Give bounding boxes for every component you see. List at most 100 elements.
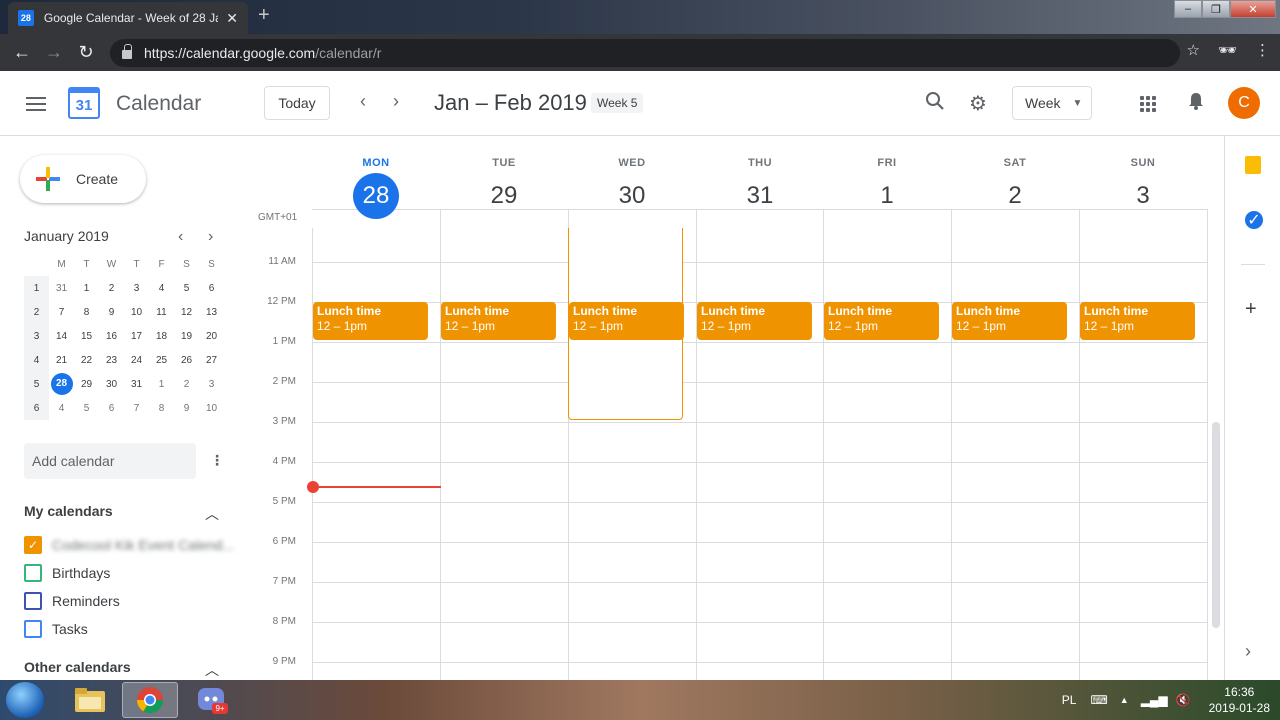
mini-day[interactable]: 31 (49, 276, 74, 300)
network-signal-icon[interactable]: ▂▄▆ (1141, 693, 1168, 707)
mini-day[interactable]: 7 (124, 396, 149, 420)
day-header-wed[interactable]: WED 30 (568, 136, 696, 210)
mini-day[interactable]: 23 (99, 348, 124, 372)
calendar-checkbox[interactable] (24, 564, 42, 582)
mini-day[interactable]: 6 (199, 276, 224, 300)
my-calendars-header[interactable]: My calendars (24, 503, 113, 519)
mini-day[interactable]: 24 (124, 348, 149, 372)
event-lunch-time[interactable]: Lunch time 12 – 1pm (1080, 302, 1195, 340)
mini-day[interactable]: 19 (174, 324, 199, 348)
mini-day[interactable]: 6 (99, 396, 124, 420)
address-bar[interactable]: https://calendar.google.com/calendar/r (110, 38, 1180, 67)
event-lunch-time[interactable]: Lunch time 12 – 1pm (441, 302, 556, 340)
day-number[interactable]: 31 (737, 173, 783, 219)
mini-day[interactable]: 1 (149, 372, 174, 396)
notifications-bell-icon[interactable] (1186, 91, 1206, 117)
mini-week-number[interactable]: 2 (24, 300, 49, 324)
browser-menu-icon[interactable]: ⋮ (1255, 41, 1270, 59)
calendar-checkbox[interactable] (24, 620, 42, 638)
taskbar-clock[interactable]: 16:36 2019-01-28 (1209, 684, 1270, 716)
mini-day[interactable]: 13 (199, 300, 224, 324)
day-header-tue[interactable]: TUE 29 (440, 136, 568, 210)
day-number[interactable]: 28 (353, 173, 399, 219)
window-close-button[interactable]: ✕ (1230, 0, 1276, 18)
calendar-list-item[interactable]: Reminders (24, 592, 120, 610)
chrome-taskbar-icon[interactable] (122, 682, 178, 718)
calendar-list-item[interactable]: Tasks (24, 620, 88, 638)
day-number[interactable]: 2 (992, 173, 1038, 219)
forward-button[interactable]: → (38, 42, 70, 63)
mini-day[interactable]: 8 (149, 396, 174, 420)
day-number[interactable]: 30 (609, 173, 655, 219)
tray-expand-icon[interactable]: ▲ (1120, 695, 1129, 705)
expand-panel-chevron-icon[interactable]: › (1245, 641, 1251, 662)
main-menu-icon[interactable] (26, 97, 46, 115)
day-header-sun[interactable]: SUN 3 (1079, 136, 1207, 210)
discord-taskbar-icon[interactable]: 9+ (184, 682, 240, 718)
file-explorer-icon[interactable] (62, 682, 118, 718)
settings-gear-icon[interactable]: ⚙ (969, 91, 987, 116)
mini-day[interactable]: 31 (124, 372, 149, 396)
add-calendar-input[interactable]: Add calendar (24, 443, 196, 479)
day-number[interactable]: 1 (864, 173, 910, 219)
new-tab-button[interactable]: + (258, 4, 270, 27)
mini-day[interactable]: 4 (49, 396, 74, 420)
collapse-chevron-up-icon[interactable]: ︿ (205, 504, 219, 524)
collapse-chevron-up-icon[interactable]: ︿ (205, 660, 219, 680)
volume-muted-icon[interactable]: 🔇 (1176, 693, 1191, 707)
calendar-checkbox[interactable] (24, 592, 42, 610)
apps-grid-icon[interactable] (1140, 96, 1156, 112)
event-lunch-time[interactable]: Lunch time 12 – 1pm (313, 302, 428, 340)
mini-day[interactable]: 10 (199, 396, 224, 420)
windows-start-icon[interactable] (6, 682, 44, 718)
event-lunch-time[interactable]: Lunch time 12 – 1pm (824, 302, 939, 340)
day-number[interactable]: 3 (1120, 173, 1166, 219)
mini-week-number[interactable]: 1 (24, 276, 49, 300)
mini-day-selected[interactable]: 28 (49, 372, 74, 396)
mini-day[interactable]: 10 (124, 300, 149, 324)
mini-day[interactable]: 25 (149, 348, 174, 372)
mini-day[interactable]: 9 (99, 300, 124, 324)
mini-day[interactable]: 18 (149, 324, 174, 348)
language-indicator[interactable]: PL (1062, 693, 1077, 707)
day-header-mon[interactable]: MON 28 (312, 136, 440, 219)
incognito-icon[interactable]: 🕶 (1218, 41, 1237, 59)
mini-day[interactable]: 21 (49, 348, 74, 372)
mini-week-number[interactable]: 5 (24, 372, 49, 396)
mini-week-number[interactable]: 4 (24, 348, 49, 372)
other-calendars-header[interactable]: Other calendars (24, 659, 131, 675)
minimize-button[interactable]: – (1174, 0, 1202, 18)
event-lunch-time[interactable]: Lunch time 12 – 1pm (569, 302, 684, 340)
day-number[interactable]: 29 (481, 173, 527, 219)
mini-next-month-icon[interactable]: › (208, 228, 213, 246)
create-button[interactable]: Create (20, 155, 146, 203)
next-week-chevron-icon[interactable]: › (393, 91, 399, 112)
event-lunch-time[interactable]: Lunch time 12 – 1pm (952, 302, 1067, 340)
mini-day[interactable]: 5 (74, 396, 99, 420)
back-button[interactable]: ← (6, 42, 38, 63)
mini-day[interactable]: 8 (74, 300, 99, 324)
mini-day[interactable]: 26 (174, 348, 199, 372)
mini-day[interactable]: 3 (124, 276, 149, 300)
calendar-list-item[interactable]: Birthdays (24, 564, 110, 582)
mini-day[interactable]: 16 (99, 324, 124, 348)
add-calendar-more-icon[interactable]: ⋮ (210, 452, 224, 469)
mini-week-number[interactable]: 3 (24, 324, 49, 348)
mini-day[interactable]: 27 (199, 348, 224, 372)
mini-day[interactable]: 29 (74, 372, 99, 396)
day-header-thu[interactable]: THU 31 (696, 136, 824, 210)
keep-icon[interactable] (1245, 156, 1261, 174)
mini-day[interactable]: 5 (174, 276, 199, 300)
search-icon[interactable] (925, 91, 945, 117)
browser-tab-calendar[interactable]: 28 Google Calendar - Week of 28 Ja ✕ (8, 2, 248, 34)
bookmark-star-icon[interactable]: ☆ (1187, 41, 1200, 59)
mini-day[interactable]: 3 (199, 372, 224, 396)
mini-day[interactable]: 1 (74, 276, 99, 300)
reload-button[interactable]: ↻ (70, 42, 102, 63)
mini-week-number[interactable]: 6 (24, 396, 49, 420)
view-selector[interactable]: Week ▼ (1012, 86, 1092, 120)
tab-close-icon[interactable]: ✕ (226, 10, 238, 27)
maximize-button[interactable]: ❐ (1202, 0, 1230, 18)
mini-day[interactable]: 20 (199, 324, 224, 348)
event-lunch-time[interactable]: Lunch time 12 – 1pm (697, 302, 812, 340)
